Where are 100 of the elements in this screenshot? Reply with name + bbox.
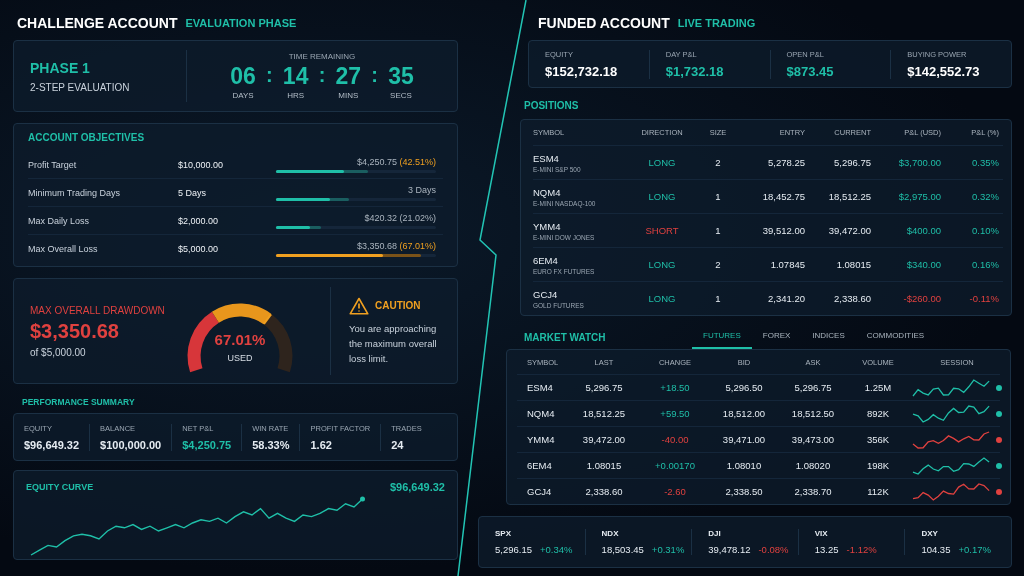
index-symbol: NDX — [601, 529, 620, 538]
index-value: 39,478.12 — [708, 544, 751, 555]
timer-unit: HRS — [287, 91, 305, 100]
table-cell-text: 39,471.00 — [721, 434, 767, 445]
symbol-cell-text: YMM4 — [533, 220, 562, 232]
objective-limit: $5,000.00 — [178, 243, 220, 254]
table-cell-text: 198K — [865, 460, 891, 471]
table-cell-text: 39,512.00 — [761, 225, 805, 236]
metric-value: $142,552.73 — [907, 63, 981, 79]
market-tab[interactable]: INDICES — [801, 325, 856, 349]
objective-progress: $3,350.68 (67.01%) — [355, 240, 436, 251]
drawdown-limit: of $5,000.00 — [30, 346, 87, 358]
caution-message: You are approaching the maximum overall loss limit. — [349, 321, 438, 366]
objective-name: Profit Target — [28, 159, 78, 170]
card-title: EQUITY CURVE — [26, 482, 94, 492]
symbol-cell-text: GCJ4 — [526, 486, 553, 497]
phase-name: PHASE 1 — [30, 59, 91, 76]
timer-separator: : — [318, 63, 326, 87]
table-cell-text: 1.08020 — [794, 460, 832, 471]
drawdown-amount: $3,350.68 — [30, 319, 120, 343]
change-cell-text: +59.50 — [659, 408, 691, 419]
table-cell-text: 1.25M — [863, 382, 893, 393]
index-value: 13.25 — [814, 544, 839, 555]
pnl-cell-text: 0.32% — [971, 191, 999, 202]
index-symbol: DJI — [708, 529, 722, 538]
direction-cell-text: LONG — [647, 259, 677, 270]
warning-icon — [349, 296, 369, 315]
table-cell-text: 2,338.50 — [724, 486, 764, 497]
timer-label: TIME REMAINING — [288, 52, 356, 61]
change-cell-text: -40.00 — [660, 434, 690, 445]
table-cell-text: 1.07845 — [769, 259, 805, 270]
card-title: PERFORMANCE SUMMARY — [21, 396, 136, 409]
index-change: +0.31% — [651, 544, 685, 555]
pnl-cell-text: $2,975.00 — [897, 191, 941, 202]
section-subtitle: LIVE TRADING — [677, 17, 756, 29]
table-cell-text: 5,296.75 — [584, 382, 624, 393]
symbol-cell-text: NQM4 — [533, 186, 562, 198]
pnl-cell-text: $340.00 — [905, 259, 941, 270]
table-cell-text: 5,296.75 — [833, 157, 871, 168]
pnl-cell-text: $400.00 — [905, 225, 941, 236]
table-cell-text: 39,472.00 — [827, 225, 871, 236]
market-tab[interactable]: COMMODITIES — [855, 325, 936, 349]
symbol-cell-text: YMM4 — [526, 434, 556, 445]
table-cell-text: 18,512.50 — [790, 408, 836, 419]
symbol-cell-text: GCJ4 — [533, 288, 559, 300]
section-title: FUNDED ACCOUNT — [538, 15, 670, 31]
symbol-cell-text: ESM4 — [533, 152, 560, 164]
pnl-cell-text: -$260.00 — [902, 293, 941, 304]
stat-value: $96,649.32 — [24, 438, 80, 451]
change-cell-text: -2.60 — [663, 486, 687, 497]
table-cell-text: 2,338.60 — [833, 293, 871, 304]
phase-type: 2-STEP EVALUATION — [30, 81, 131, 93]
symbol-cell-text: 6EM4 — [533, 254, 559, 266]
metric-value: $152,732.18 — [545, 63, 619, 79]
timer-value: 06 — [230, 63, 256, 89]
table-cell-text: 2 — [714, 157, 722, 168]
drawdown-title: MAX OVERALL DRAWDOWN — [30, 304, 166, 316]
direction-cell-text: LONG — [647, 293, 677, 304]
table-cell-text: 39,473.00 — [790, 434, 836, 445]
table-cell-text: 356K — [865, 434, 891, 445]
objective-limit: $10,000.00 — [178, 159, 225, 170]
gauge-value: 67.01% — [214, 331, 266, 348]
pnl-cell-text: 0.16% — [971, 259, 999, 270]
table-cell-text: 2,341.20 — [767, 293, 805, 304]
gauge-label: USED — [227, 353, 253, 363]
timer-unit: SECS — [390, 91, 412, 100]
equity-value: $96,649.32 — [389, 481, 445, 493]
table-cell-text: 5,296.50 — [724, 382, 764, 393]
stat-value: 24 — [391, 438, 405, 451]
table-cell-text: 2,338.70 — [793, 486, 833, 497]
timer-value: 27 — [335, 63, 362, 89]
stat-value: $100,000.00 — [100, 438, 162, 451]
objective-name: Max Overall Loss — [28, 243, 99, 254]
table-cell-text: 1.08015 — [585, 460, 623, 471]
card-title: POSITIONS — [523, 99, 580, 113]
metric-value: $873.45 — [786, 63, 835, 79]
index-change: +0.34% — [540, 544, 573, 555]
card-title: MARKET WATCH — [524, 331, 607, 343]
timer-value: 35 — [388, 63, 414, 89]
table-cell-text: 2 — [714, 259, 722, 270]
direction-cell-text: LONG — [647, 191, 677, 202]
objective-name: Max Daily Loss — [28, 215, 91, 226]
table-cell-text: 18,452.75 — [761, 191, 805, 202]
table-cell-text: 1 — [714, 293, 722, 304]
direction-cell-text: LONG — [647, 157, 677, 168]
direction-cell-text: SHORT — [644, 225, 680, 236]
symbol-cell-text: 6EM4 — [526, 460, 553, 471]
table-cell-text: 39,472.00 — [581, 434, 627, 445]
section-title: CHALLENGE ACCOUNT — [17, 15, 178, 31]
objective-progress: $4,250.75 (42.51%) — [355, 156, 436, 167]
timer-separator: : — [266, 63, 273, 87]
caution-title: CAUTION — [375, 300, 421, 311]
index-symbol: DXY — [921, 529, 939, 538]
index-value: 5,296.15 — [495, 544, 532, 555]
table-cell-text: 1.08015 — [835, 259, 871, 270]
market-tab[interactable]: FOREX — [751, 325, 802, 349]
timer-unit: MINS — [338, 91, 359, 100]
timer-unit: DAYS — [232, 91, 254, 100]
metric-value: $1,732.18 — [665, 63, 725, 79]
pnl-cell-text: $3,700.00 — [897, 157, 941, 168]
